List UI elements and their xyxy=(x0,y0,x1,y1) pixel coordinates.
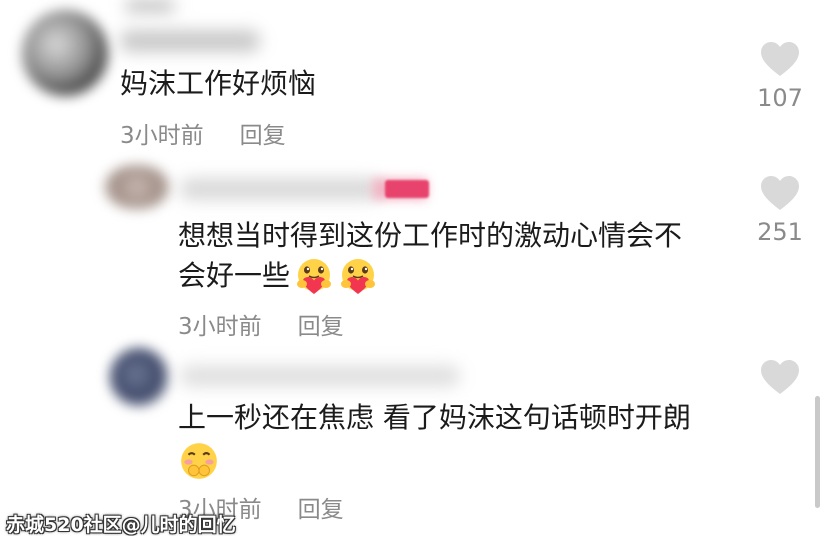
comment-list: 妈沫工作好烦恼 3小时前 回复 107 想想当时得到这份工作时的激动心情会不 会好… xyxy=(0,0,828,536)
comment-meta: 3小时前 回复 xyxy=(178,307,344,341)
avatar[interactable] xyxy=(22,10,108,96)
scrollbar[interactable] xyxy=(815,396,820,508)
reply-button[interactable]: 回复 xyxy=(240,123,286,149)
like-button[interactable]: 107 xyxy=(744,42,816,112)
like-button[interactable] xyxy=(744,360,816,402)
blurred-username[interactable] xyxy=(180,365,460,387)
comment-text-line-1: 想想当时得到这份工作时的激动心情会不 xyxy=(178,219,683,252)
blurred-username[interactable] xyxy=(120,30,260,52)
watermark-text: 赤城520社区@儿时的回忆 xyxy=(6,514,236,536)
like-count: 107 xyxy=(757,84,803,112)
comment-time: 3小时前 xyxy=(178,314,262,340)
hugging-heart-emoji xyxy=(341,259,376,294)
avatar[interactable] xyxy=(110,348,168,406)
avatar[interactable] xyxy=(104,165,170,209)
shy-blush-emoji xyxy=(181,443,217,479)
heart-icon xyxy=(761,360,799,394)
comment-text: 妈沫工作好烦恼 xyxy=(120,67,317,100)
comment-text-line-1: 上一秒还在焦虑 看了妈沫这句话顿时开朗 xyxy=(178,401,691,434)
comment-text-line-2: 会好一些 xyxy=(178,256,378,297)
comment-text-fragment: 会好一些 xyxy=(178,259,291,292)
reply-button[interactable]: 回复 xyxy=(298,497,344,523)
blurred-badge-core xyxy=(385,180,429,198)
comment-meta: 3小时前 回复 xyxy=(120,116,286,150)
like-button[interactable]: 251 xyxy=(744,176,816,246)
reply-button[interactable]: 回复 xyxy=(298,314,344,340)
like-count: 251 xyxy=(757,218,803,246)
blurred-username[interactable] xyxy=(180,178,380,200)
comment-time: 3小时前 xyxy=(120,123,204,149)
heart-icon xyxy=(761,176,799,210)
heart-icon xyxy=(761,42,799,76)
blurred-username-fragment xyxy=(125,0,175,12)
hugging-heart-emoji xyxy=(297,259,332,294)
